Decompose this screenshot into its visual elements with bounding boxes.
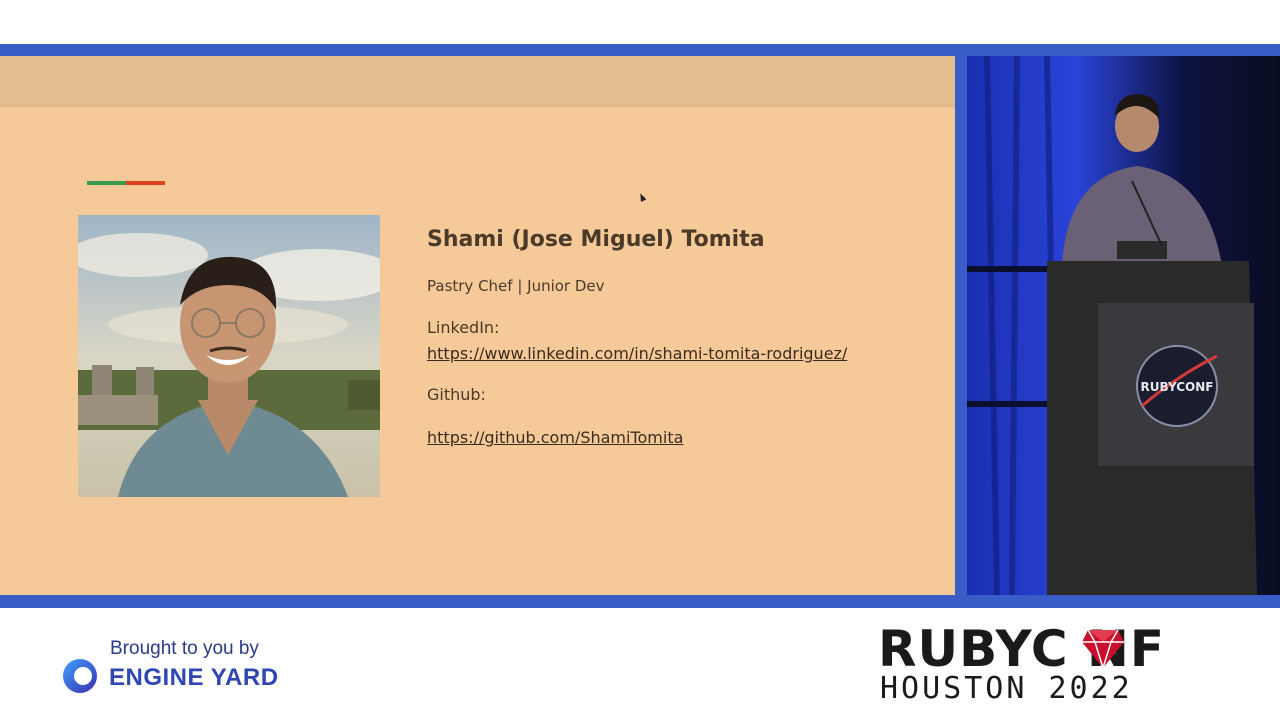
podium-logo-text: RUBYCONF [1141,380,1214,394]
speaker-name: Shami (Jose Miguel) Tomita [427,227,765,252]
footer-banner: Brought to you by ENGINE YARD RUBYC NF H… [0,608,1280,720]
speaker-video: RUBYCONF [967,56,1280,595]
mouse-cursor-icon [637,192,647,202]
top-bar [0,0,1280,44]
accent-bar-green [87,181,126,185]
speaker-photo [78,215,380,497]
ruby-gem-icon [1082,629,1124,670]
github-label: Github: [427,385,486,404]
linkedin-link[interactable]: https://www.linkedin.com/in/shami-tomita… [427,344,847,363]
speaker-role: Pastry Chef | Junior Dev [427,277,605,295]
sponsor-intro: Brought to you by [110,638,259,659]
github-link[interactable]: https://github.com/ShamiTomita [427,428,683,447]
slide-header-band [0,56,955,107]
accent-bar-red [126,181,165,185]
linkedin-label: LinkedIn: [427,318,500,337]
sponsor-name: ENGINE YARD [109,664,279,691]
presentation-slide: Shami (Jose Miguel) Tomita Pastry Chef |… [0,56,955,595]
conference-subtitle: HOUSTON 2022 [880,671,1133,706]
engine-yard-logo-icon [63,659,97,693]
